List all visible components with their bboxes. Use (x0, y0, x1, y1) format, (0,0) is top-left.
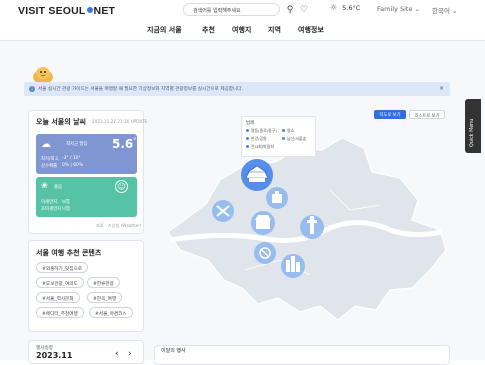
ultrafine-dust-label: 초미세먼지 (41, 207, 62, 212)
fine-dust-value: 보통 (62, 200, 71, 205)
chevron-down-icon: ⌄ (414, 5, 420, 13)
notice-text: 서울 실시간 관광 가이드는 서울을 여행할 때 필요한 기상정보와 지역별 관… (38, 87, 243, 92)
site-logo[interactable]: VISIT SEOUL NET (18, 5, 115, 17)
site-header: VISIT SEOUL NET 검색어를 입력해주세요 ⚲ ♡ ☼ 5.6°C Fa… (0, 0, 485, 40)
marker-tools[interactable] (212, 200, 234, 222)
rain-chance-label: 강수확률 (41, 164, 58, 169)
next-month-button[interactable]: › (128, 349, 132, 359)
marker-food[interactable] (254, 242, 276, 264)
tag-chip[interactable]: #한옥_여행 (87, 292, 123, 303)
marker-city[interactable] (281, 254, 305, 278)
temp-range-label: 최저/최고 (41, 157, 59, 162)
tag-chip[interactable]: #도보관광_여의도 (36, 277, 84, 288)
event-panel (154, 345, 450, 365)
search-icon[interactable]: ⚲ (284, 4, 296, 16)
nav-item-region[interactable]: 지역 (268, 25, 281, 35)
weather-condition: 최저군 맑음 (66, 142, 88, 147)
tag-chip[interactable]: #서울_야경코스 (89, 307, 133, 318)
family-site-select[interactable]: Family Site ⌄ (377, 5, 420, 13)
info-icon: i (29, 85, 35, 92)
leaf-icon: ❀ (41, 181, 48, 190)
tag-chip[interactable]: #외출하기_맛집으로 (36, 262, 88, 273)
prev-month-button[interactable]: ‹ (115, 349, 119, 359)
nav-item-destinations[interactable]: 여행지 (232, 25, 251, 35)
notice-banner: i 서울 실시간 관광 가이드는 서울을 여행할 때 필요한 기상정보와 지역별… (24, 82, 450, 96)
marker-tower[interactable] (300, 215, 324, 239)
map-view-button[interactable]: 지도로 보기 (374, 110, 406, 119)
weather-card-title: 오늘 서울의 날씨 (36, 118, 86, 126)
search-input[interactable]: 검색어를 입력해주세요 (183, 3, 280, 16)
temp-range-value: -3° / 10° (62, 156, 81, 161)
header-weather[interactable]: ☼ 5.6°C (330, 3, 360, 12)
tag-chip[interactable]: #에디터_추천여행 (36, 307, 84, 318)
marker-market[interactable] (251, 211, 275, 235)
weather-updated: 2023.11.27 21:30 UPDATE (92, 119, 148, 124)
rain-chance-value: 0% | 60% (62, 163, 83, 168)
map-markers (212, 159, 324, 278)
weather-today-panel: ☁ 최저군 맑음 5.6° 최저/최고 -3° / 10° 강수확률 0% | … (36, 134, 137, 174)
heart-icon[interactable]: ♡ (298, 4, 310, 16)
recommend-card-title: 서울 여행 추천 콘텐츠 (36, 249, 102, 257)
header-temperature: 5.6°C (342, 4, 361, 12)
tag-chip[interactable]: #한류관광 (87, 277, 120, 288)
smile-icon: ☺ (115, 180, 128, 193)
nav-item-recommend[interactable]: 추천 (202, 25, 215, 35)
logo-dot-icon (86, 7, 93, 13)
nav-item-travel-info[interactable]: 여행정보 (298, 25, 324, 35)
chevron-down-icon: ⌄ (452, 7, 458, 15)
fine-dust-label: 미세먼지 (41, 200, 58, 205)
ultrafine-dust-value: 나쁨 (62, 207, 71, 212)
nav-item-now-seoul[interactable]: 지금의 서울 (147, 25, 182, 35)
close-icon[interactable]: × (439, 85, 444, 92)
marker-hospital[interactable] (266, 187, 288, 209)
air-quality-panel: ❀ 좋음 ☺ 미세먼지 보통 초미세먼지 나쁨 (36, 177, 137, 217)
weather-source: 자료 : 기상청 (Weather) (96, 223, 142, 228)
language-select[interactable]: 한국어 ⌄ (432, 5, 457, 15)
quick-menu-tab[interactable]: Quick Menu (465, 99, 481, 153)
list-view-button[interactable]: 리스트로 보기 (409, 110, 445, 119)
event-panel-title: 이달의 행사 (161, 348, 186, 354)
weather-icon: ☼ (330, 3, 338, 12)
calendar-month: 2023.11 (36, 351, 73, 360)
air-quality-label: 좋음 (54, 185, 63, 190)
marker-palace[interactable] (241, 159, 273, 191)
weather-temperature: 5.6° (112, 137, 137, 151)
tag-chip[interactable]: #서울_역사문화 (36, 292, 80, 303)
cloud-icon: ☁ (41, 139, 51, 150)
mascot-icon (33, 67, 53, 84)
